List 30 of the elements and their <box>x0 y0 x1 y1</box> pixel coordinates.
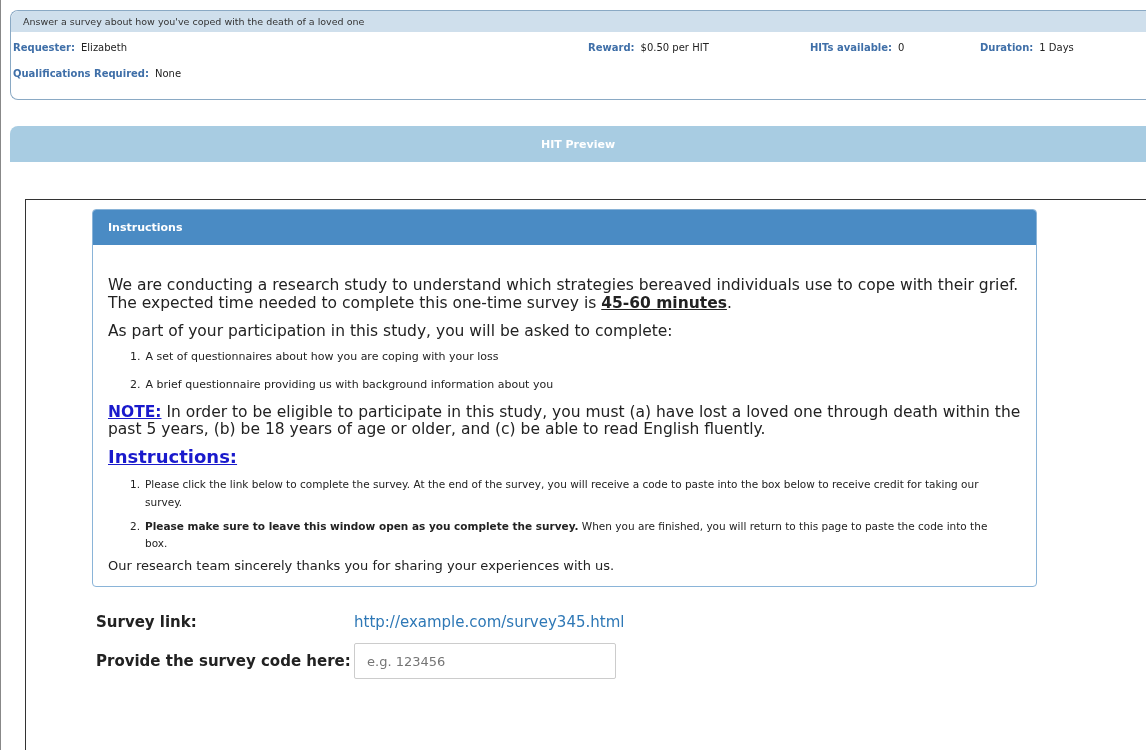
survey-code-field[interactable]: e.g. 123456 <box>354 643 616 680</box>
field-label: Provide the survey code here: <box>96 652 352 671</box>
field-label: Requester: <box>13 41 75 53</box>
field-label: Reward: <box>588 41 635 53</box>
preview-bar: HIT Preview <box>10 126 1146 162</box>
lead-paragraph: As part of your participation in this study, you will be asked to complete: <box>108 322 674 341</box>
note-paragraph: NOTE: In order to be eligible to participate in this study, you must (a) have lost a loved one through death within the past 5 years, (b) be 18 years of age or older, and (c) be able to read English fluently. <box>108 403 1021 440</box>
survey-link[interactable]: http://example.com/survey345.html <box>354 613 625 632</box>
list-item: Please click the link below to complete the survey. At the end of the survey, you will receive a code to paste into the box below to receive credit for taking our survey. <box>145 476 980 510</box>
instructions-heading: Instructions: <box>108 447 239 468</box>
panel-header: Instructions <box>93 210 1036 245</box>
intro-paragraph: We are conducting a research study to understand which strategies bereaved individuals use to cope with their grief. The expected time needed to complete this one-time survey is 45-60 minutes. <box>108 277 1020 313</box>
list-item: A set of questionnaires about how you are coping with your loss <box>145 349 499 366</box>
list-number: 1. <box>130 476 141 492</box>
field-label: Survey link: <box>96 613 198 632</box>
field-label: Duration: <box>980 41 1034 53</box>
field-value: None <box>155 67 182 79</box>
list-number: 2. <box>130 377 141 394</box>
list-item: Please make sure to leave this window open as you complete the survey. When you are finished, you will return to this page to paste the code into the box. <box>145 518 989 552</box>
field-label: HITs available: <box>810 41 892 53</box>
field-value: 0 <box>898 41 905 53</box>
field-label: Qualifications Required: <box>13 67 149 79</box>
hit-title: Answer a survey about how you've coped with the death of a loved one <box>11 11 1146 32</box>
list-item: A brief questionnaire providing us with background information about you <box>145 377 554 394</box>
field-value: $0.50 per HIT <box>640 41 709 53</box>
field-value: 1 Days <box>1039 41 1074 53</box>
list-number: 1. <box>130 349 141 366</box>
field-value: Elizabeth <box>81 41 127 53</box>
thanks-paragraph: Our research team sincerely thanks you for sharing your experiences with us. <box>108 559 616 575</box>
list-number: 2. <box>130 518 141 534</box>
